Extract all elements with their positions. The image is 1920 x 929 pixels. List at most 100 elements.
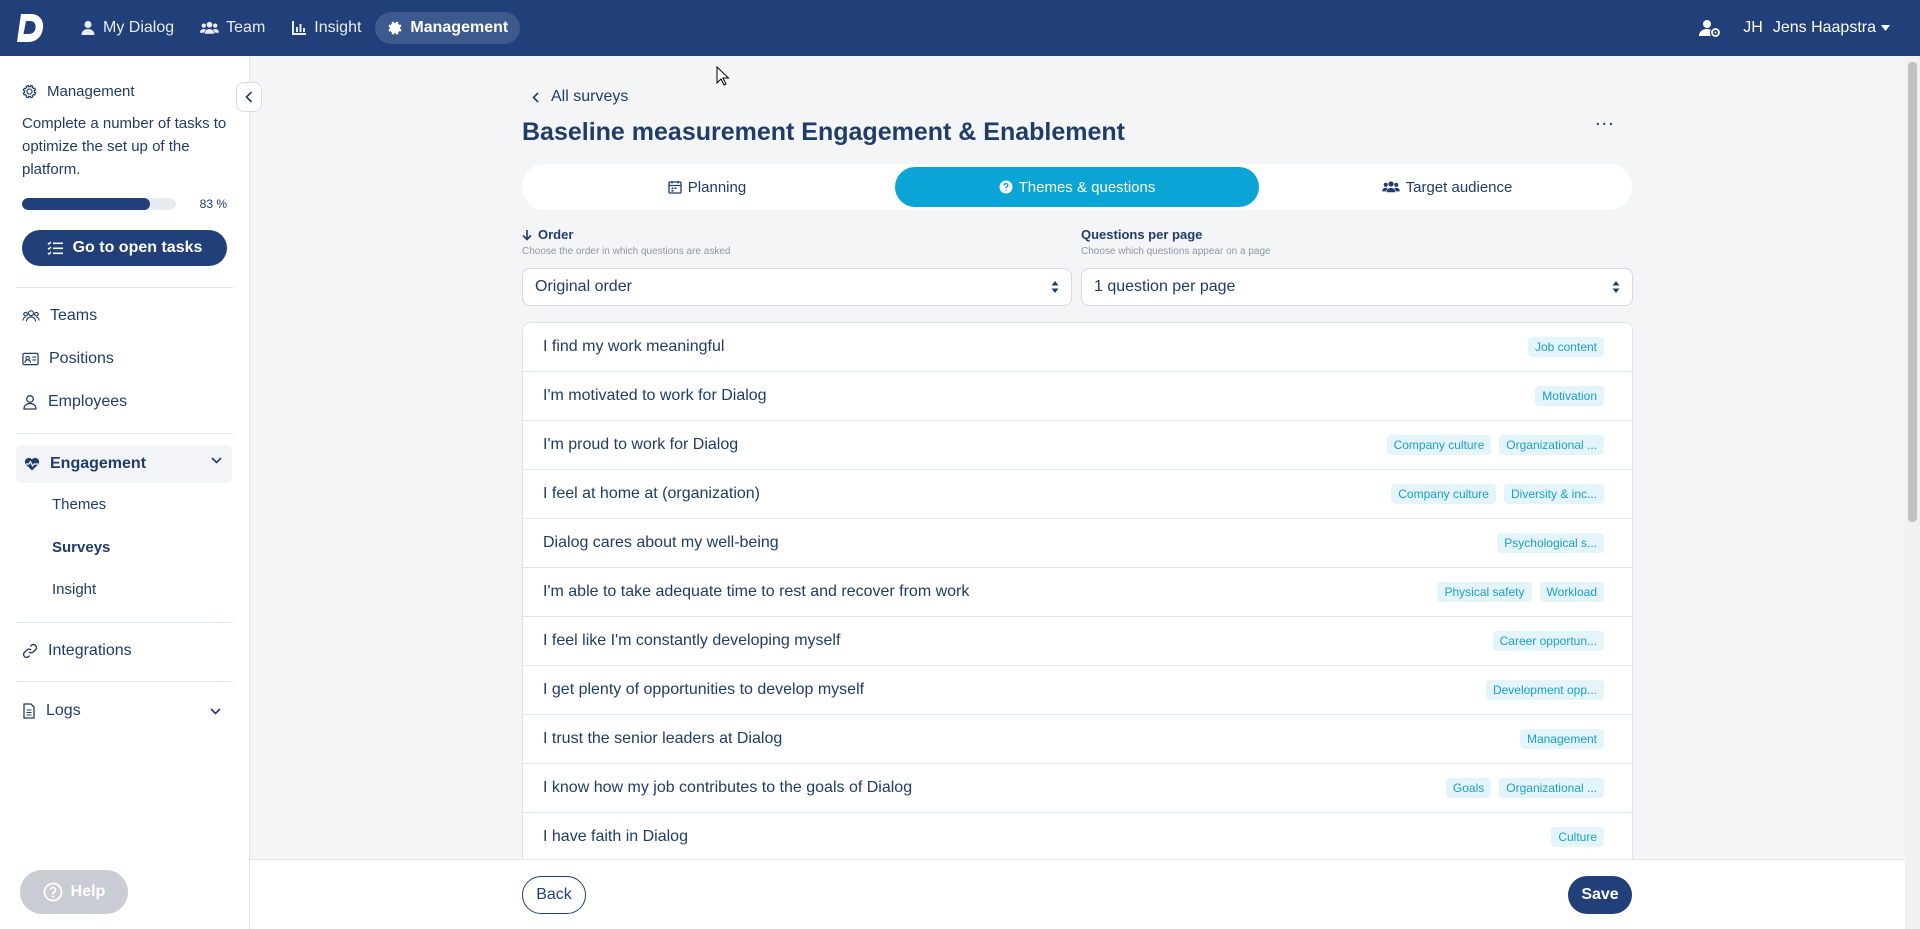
- nav-team-label: Team: [226, 19, 266, 36]
- question-row[interactable]: I'm able to take adequate time to rest a…: [523, 568, 1632, 617]
- link-icon: [22, 643, 38, 659]
- top-navigation: My Dialog Team Insight Management JH Jen…: [0, 0, 1920, 56]
- theme-tag: Psychological s...: [1497, 533, 1604, 553]
- sort-arrows-icon: [1612, 281, 1620, 293]
- sidebar-divider: [16, 287, 233, 288]
- tab-planning[interactable]: Planning: [525, 167, 889, 207]
- go-to-open-tasks-label: Go to open tasks: [72, 239, 203, 256]
- theme-tag: Company culture: [1386, 435, 1492, 455]
- users-icon: [1381, 181, 1400, 193]
- go-to-open-tasks-button[interactable]: Go to open tasks: [22, 230, 227, 266]
- caret-down-icon: [1881, 25, 1890, 31]
- question-row[interactable]: I find my work meaningful Job content: [523, 323, 1632, 372]
- dialog-logo[interactable]: [14, 11, 46, 45]
- question-row[interactable]: I get plenty of opportunities to develop…: [523, 666, 1632, 715]
- sidebar-item-teams[interactable]: Teams: [22, 307, 97, 325]
- per-page-select[interactable]: 1 question per page: [1081, 268, 1633, 306]
- nav-my-dialog[interactable]: My Dialog: [68, 12, 186, 44]
- sidebar-item-logs[interactable]: Logs: [22, 702, 81, 720]
- sidebar-divider: [16, 433, 233, 434]
- setup-progress: 83 %: [22, 197, 227, 211]
- question-row[interactable]: Dialog cares about my well-being Psycholo…: [523, 519, 1632, 568]
- user-settings-icon[interactable]: [1699, 19, 1721, 37]
- sidebar-item-teams-label: Teams: [50, 307, 98, 324]
- sidebar-item-employees-label: Employees: [48, 393, 128, 410]
- sidebar-item-positions[interactable]: Positions: [22, 350, 114, 368]
- question-tags: Culture: [1551, 827, 1604, 847]
- question-text: I get plenty of opportunities to develop…: [543, 681, 865, 698]
- question-row[interactable]: I feel at home at (organization) Company …: [523, 470, 1632, 519]
- tab-planning-label: Planning: [687, 178, 747, 196]
- order-label: Order: [522, 227, 573, 242]
- question-row[interactable]: I have faith in Dialog Culture: [523, 813, 1632, 862]
- heart-pulse-icon: [24, 457, 40, 471]
- back-button[interactable]: Back: [522, 876, 586, 914]
- main-content: All surveys Baseline measurement Engagem…: [250, 56, 1905, 929]
- question-circle-icon: [999, 180, 1013, 194]
- question-text: I'm motivated to work for Dialog: [543, 387, 767, 404]
- task-list-icon: [47, 241, 63, 255]
- nav-management[interactable]: Management: [375, 12, 521, 44]
- question-tags: Psychological s...: [1497, 533, 1604, 553]
- question-row[interactable]: I'm motivated to work for Dialog Motivati…: [523, 372, 1632, 421]
- theme-tag: Culture: [1551, 827, 1604, 847]
- order-select[interactable]: Original order: [522, 268, 1072, 306]
- sidebar-item-employees[interactable]: Employees: [22, 393, 127, 411]
- nav-team[interactable]: Team: [188, 12, 277, 44]
- chevron-left-icon: [245, 91, 253, 103]
- question-text: I'm able to take adequate time to rest a…: [543, 583, 970, 600]
- theme-tag: Job content: [1527, 337, 1604, 357]
- save-button[interactable]: Save: [1568, 876, 1632, 914]
- sidebar-divider: [16, 622, 233, 623]
- question-tags: Job content: [1527, 337, 1604, 357]
- tab-themes-questions[interactable]: Themes & questions: [895, 167, 1259, 207]
- gear-icon: [22, 84, 37, 99]
- tab-themes-questions-label: Themes & questions: [1018, 178, 1156, 196]
- question-row[interactable]: I'm proud to work for Dialog Company cult…: [523, 421, 1632, 470]
- user-menu[interactable]: Jens Haapstra: [1773, 19, 1890, 37]
- chevron-left-icon: [532, 91, 539, 103]
- question-row[interactable]: I feel like I'm constantly developing my…: [523, 617, 1632, 666]
- management-description: Complete a number of tasks to optimize t…: [22, 115, 227, 178]
- nav-management-label: Management: [410, 19, 509, 36]
- per-page-select-value: 1 question per page: [1094, 278, 1236, 295]
- progress-percent: 83 %: [199, 197, 227, 211]
- theme-tag: Organizational ...: [1499, 778, 1604, 798]
- progress-bar: [22, 198, 176, 210]
- collapse-sidebar-button[interactable]: [236, 82, 262, 112]
- nav-my-dialog-label: My Dialog: [103, 19, 175, 36]
- per-page-label: Questions per page: [1081, 227, 1203, 242]
- user-icon: [23, 395, 37, 410]
- more-options-button[interactable]: ...: [1595, 108, 1615, 131]
- all-surveys-link[interactable]: All surveys: [532, 88, 628, 106]
- sidebar-subitem-themes[interactable]: Themes: [52, 496, 106, 513]
- tab-target-audience[interactable]: Target audience: [1265, 167, 1629, 207]
- question-text: I find my work meaningful: [543, 338, 725, 355]
- progress-bar-fill: [22, 198, 150, 210]
- question-tags: Physical safety Workload: [1437, 582, 1604, 602]
- sidebar-item-integrations-label: Integrations: [48, 642, 132, 659]
- question-tags: Management: [1519, 729, 1604, 749]
- question-text: I have faith in Dialog: [543, 828, 688, 845]
- chevron-down-icon[interactable]: [210, 708, 221, 715]
- chevron-down-icon: [211, 457, 222, 464]
- question-row[interactable]: I know how my job contributes to the goa…: [523, 764, 1632, 813]
- question-row[interactable]: I trust the senior leaders at Dialog Mana…: [523, 715, 1632, 764]
- theme-tag: Diversity & inc...: [1503, 484, 1604, 504]
- question-tags: Goals Organizational ...: [1445, 778, 1604, 798]
- sidebar: Management Complete a number of tasks to…: [0, 56, 250, 929]
- users-icon: [22, 310, 40, 322]
- sidebar-subitem-insight[interactable]: Insight: [52, 581, 96, 598]
- theme-tag: Motivation: [1535, 386, 1604, 406]
- help-button[interactable]: Help: [20, 870, 128, 914]
- sidebar-item-engagement[interactable]: Engagement: [16, 445, 232, 483]
- theme-tag: Physical safety: [1437, 582, 1532, 602]
- management-title: Management: [47, 83, 135, 100]
- sidebar-subitem-surveys[interactable]: Surveys: [52, 539, 110, 556]
- order-hint: Choose the order in which questions are …: [522, 246, 731, 257]
- nav-insight[interactable]: Insight: [279, 12, 373, 44]
- sidebar-item-integrations[interactable]: Integrations: [22, 642, 132, 660]
- question-text: I'm proud to work for Dialog: [543, 436, 739, 453]
- page-scrollbar[interactable]: [1905, 56, 1920, 929]
- scrollbar-thumb[interactable]: [1908, 62, 1917, 522]
